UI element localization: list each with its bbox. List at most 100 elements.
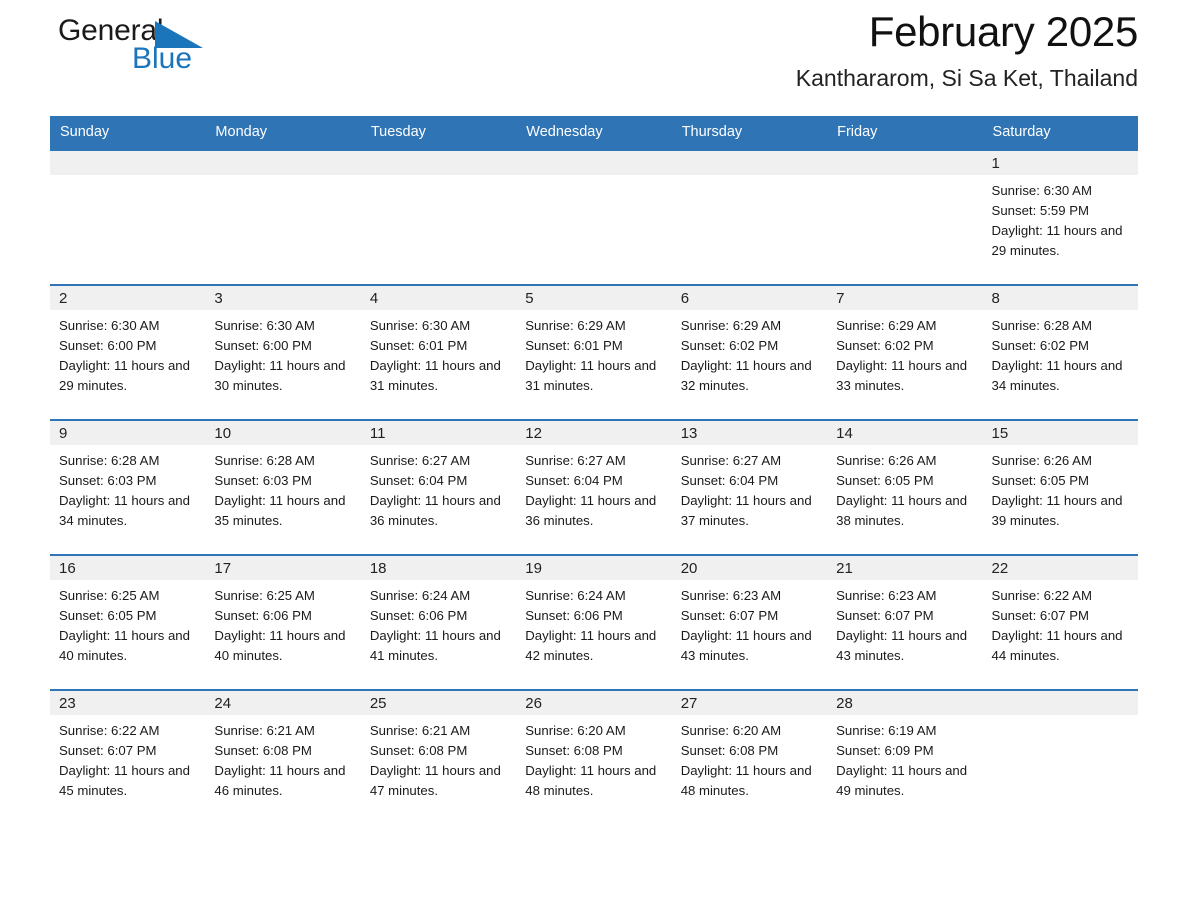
day-number	[671, 151, 828, 175]
day-number: 19	[516, 556, 672, 580]
calendar-day-cell-empty	[360, 149, 517, 285]
daylight-text: Daylight: 11 hours and 45 minutes.	[59, 763, 190, 798]
daylight-text: Daylight: 11 hours and 43 minutes.	[836, 628, 968, 663]
day-details: Sunrise: 6:27 AM Sunset: 6:04 PM Daylight:…	[672, 445, 827, 531]
day-details: Sunrise: 6:29 AM Sunset: 6:01 PM Daylight:…	[516, 310, 671, 396]
day-cell-inner	[205, 151, 361, 284]
daylight-text: Daylight: 11 hours and 29 minutes.	[991, 223, 1123, 258]
day-number: 23	[50, 691, 206, 715]
day-cell-inner	[360, 151, 517, 284]
calendar-day-cell-empty	[827, 149, 983, 285]
day-number	[982, 691, 1138, 715]
calendar-grid: Sunday Monday Tuesday Wednesday Thursday Frid…	[50, 116, 1138, 825]
day-details: Sunrise: 6:28 AM Sunset: 6:03 PM Daylight:…	[205, 445, 360, 531]
calendar-day-cell[interactable]: 16 Sunrise: 6:25 AM Sunset: 6:05 PM Dayligh…	[50, 554, 206, 690]
daylight-text: Daylight: 11 hours and 38 minutes.	[836, 493, 968, 528]
day-number: 5	[516, 286, 672, 310]
calendar-day-cell[interactable]: 17 Sunrise: 6:25 AM Sunset: 6:06 PM Dayligh…	[205, 554, 361, 690]
calendar-day-cell[interactable]: 2 Sunrise: 6:30 AM Sunset: 6:00 PM Daylight…	[50, 284, 206, 420]
day-details: Sunrise: 6:30 AM Sunset: 6:00 PM Daylight:…	[205, 310, 360, 396]
calendar-day-cell[interactable]: 22 Sunrise: 6:22 AM Sunset: 6:07 PM Dayligh…	[982, 554, 1138, 690]
sunset-text: Sunset: 5:59 PM	[991, 203, 1090, 218]
day-cell-inner: 16 Sunrise: 6:25 AM Sunset: 6:05 PM Dayligh…	[50, 556, 206, 689]
calendar-day-cell[interactable]: 26 Sunrise: 6:20 AM Sunset: 6:08 PM Dayligh…	[516, 689, 672, 825]
sunset-text: Sunset: 6:08 PM	[680, 743, 779, 758]
day-cell-inner: 28 Sunrise: 6:19 AM Sunset: 6:09 PM Dayligh…	[827, 691, 983, 825]
day-number	[360, 151, 517, 175]
calendar-day-cell[interactable]: 13 Sunrise: 6:27 AM Sunset: 6:04 PM Dayligh…	[671, 419, 828, 555]
day-details: Sunrise: 6:25 AM Sunset: 6:06 PM Daylight:…	[205, 580, 360, 666]
day-cell-inner	[516, 151, 672, 284]
calendar-day-cell[interactable]: 11 Sunrise: 6:27 AM Sunset: 6:04 PM Dayligh…	[360, 419, 517, 555]
daylight-text: Daylight: 11 hours and 37 minutes.	[680, 493, 812, 528]
sunrise-text: Sunrise: 6:22 AM	[991, 588, 1092, 603]
day-number: 15	[982, 421, 1138, 445]
calendar-day-cell[interactable]: 20 Sunrise: 6:23 AM Sunset: 6:07 PM Dayligh…	[671, 554, 828, 690]
day-cell-inner: 10 Sunrise: 6:28 AM Sunset: 6:03 PM Dayligh…	[205, 421, 361, 554]
day-details: Sunrise: 6:30 AM Sunset: 6:01 PM Daylight:…	[361, 310, 516, 396]
calendar-day-cell[interactable]: 1 Sunrise: 6:30 AM Sunset: 5:59 PM Daylight…	[982, 149, 1138, 285]
sunset-text: Sunset: 6:03 PM	[59, 473, 157, 488]
daylight-text: Daylight: 11 hours and 32 minutes.	[680, 358, 812, 393]
calendar-day-cell[interactable]: 24 Sunrise: 6:21 AM Sunset: 6:08 PM Dayligh…	[205, 689, 361, 825]
day-number: 25	[360, 691, 517, 715]
calendar-day-cell-empty	[671, 149, 828, 285]
calendar-day-cell[interactable]: 19 Sunrise: 6:24 AM Sunset: 6:06 PM Dayligh…	[516, 554, 672, 690]
daylight-text: Daylight: 11 hours and 49 minutes.	[836, 763, 968, 798]
calendar-day-cell[interactable]: 7 Sunrise: 6:29 AM Sunset: 6:02 PM Daylight…	[827, 284, 983, 420]
calendar-day-cell[interactable]: 4 Sunrise: 6:30 AM Sunset: 6:01 PM Daylight…	[360, 284, 517, 420]
calendar-day-cell[interactable]: 6 Sunrise: 6:29 AM Sunset: 6:02 PM Daylight…	[671, 284, 828, 420]
title-block: February 2025 Kanthararom, Si Sa Ket, Th…	[50, 0, 1139, 94]
daylight-text: Daylight: 11 hours and 47 minutes.	[369, 763, 501, 798]
day-cell-inner: 19 Sunrise: 6:24 AM Sunset: 6:06 PM Dayligh…	[516, 556, 672, 689]
calendar-day-cell[interactable]: 23 Sunrise: 6:22 AM Sunset: 6:07 PM Dayligh…	[50, 689, 206, 825]
sunset-text: Sunset: 6:06 PM	[525, 608, 623, 623]
daylight-text: Daylight: 11 hours and 33 minutes.	[836, 358, 968, 393]
day-details: Sunrise: 6:25 AM Sunset: 6:05 PM Daylight:…	[50, 580, 205, 666]
day-details: Sunrise: 6:23 AM Sunset: 6:07 PM Daylight:…	[827, 580, 982, 666]
day-number	[516, 151, 672, 175]
daylight-text: Daylight: 11 hours and 36 minutes.	[525, 493, 657, 528]
calendar-day-cell[interactable]: 18 Sunrise: 6:24 AM Sunset: 6:06 PM Dayligh…	[360, 554, 517, 690]
sunrise-text: Sunrise: 6:30 AM	[214, 318, 315, 333]
sunrise-text: Sunrise: 6:27 AM	[369, 453, 471, 468]
weekday-header-tuesday: Tuesday	[360, 116, 517, 150]
general-blue-logo[interactable]: General Blue	[58, 14, 208, 82]
calendar-day-cell[interactable]: 28 Sunrise: 6:19 AM Sunset: 6:09 PM Dayligh…	[827, 689, 983, 825]
sunrise-text: Sunrise: 6:26 AM	[991, 453, 1092, 468]
day-number: 8	[982, 286, 1138, 310]
sunset-text: Sunset: 6:00 PM	[214, 338, 312, 353]
calendar-day-cell[interactable]: 3 Sunrise: 6:30 AM Sunset: 6:00 PM Daylight…	[205, 284, 361, 420]
calendar-day-cell[interactable]: 21 Sunrise: 6:23 AM Sunset: 6:07 PM Dayligh…	[827, 554, 983, 690]
daylight-text: Daylight: 11 hours and 34 minutes.	[991, 358, 1123, 393]
daylight-text: Daylight: 11 hours and 34 minutes.	[59, 493, 190, 528]
calendar-day-cell[interactable]: 8 Sunrise: 6:28 AM Sunset: 6:02 PM Daylight…	[982, 284, 1138, 420]
day-cell-inner: 12 Sunrise: 6:27 AM Sunset: 6:04 PM Dayligh…	[516, 421, 672, 554]
day-number: 18	[360, 556, 517, 580]
daylight-text: Daylight: 11 hours and 43 minutes.	[680, 628, 812, 663]
calendar-day-cell[interactable]: 27 Sunrise: 6:20 AM Sunset: 6:08 PM Dayligh…	[671, 689, 828, 825]
sunset-text: Sunset: 6:03 PM	[214, 473, 312, 488]
day-details: Sunrise: 6:24 AM Sunset: 6:06 PM Daylight:…	[361, 580, 516, 666]
day-number: 10	[205, 421, 361, 445]
daylight-text: Daylight: 11 hours and 48 minutes.	[525, 763, 657, 798]
calendar-week-row: 16 Sunrise: 6:25 AM Sunset: 6:05 PM Dayligh…	[50, 554, 1138, 690]
sunset-text: Sunset: 6:07 PM	[680, 608, 779, 623]
calendar-day-cell[interactable]: 9 Sunrise: 6:28 AM Sunset: 6:03 PM Daylight…	[50, 419, 206, 555]
day-details: Sunrise: 6:29 AM Sunset: 6:02 PM Daylight:…	[827, 310, 982, 396]
day-number: 21	[827, 556, 983, 580]
day-cell-inner: 18 Sunrise: 6:24 AM Sunset: 6:06 PM Dayligh…	[360, 556, 517, 689]
calendar-day-cell[interactable]: 12 Sunrise: 6:27 AM Sunset: 6:04 PM Dayligh…	[516, 419, 672, 555]
calendar-day-cell[interactable]: 5 Sunrise: 6:29 AM Sunset: 6:01 PM Daylight…	[516, 284, 672, 420]
calendar-day-cell[interactable]: 14 Sunrise: 6:26 AM Sunset: 6:05 PM Dayligh…	[827, 419, 983, 555]
day-number: 1	[982, 151, 1138, 175]
calendar-day-cell[interactable]: 25 Sunrise: 6:21 AM Sunset: 6:08 PM Dayligh…	[360, 689, 517, 825]
calendar-day-cell-empty	[205, 149, 361, 285]
day-number: 14	[827, 421, 983, 445]
calendar-header-row: Sunday Monday Tuesday Wednesday Thursday Frid…	[50, 116, 1138, 150]
calendar-day-cell[interactable]: 15 Sunrise: 6:26 AM Sunset: 6:05 PM Dayligh…	[982, 419, 1138, 555]
day-cell-inner	[982, 691, 1138, 825]
sunrise-text: Sunrise: 6:20 AM	[525, 723, 626, 738]
sunrise-text: Sunrise: 6:23 AM	[680, 588, 782, 603]
calendar-day-cell[interactable]: 10 Sunrise: 6:28 AM Sunset: 6:03 PM Dayligh…	[205, 419, 361, 555]
